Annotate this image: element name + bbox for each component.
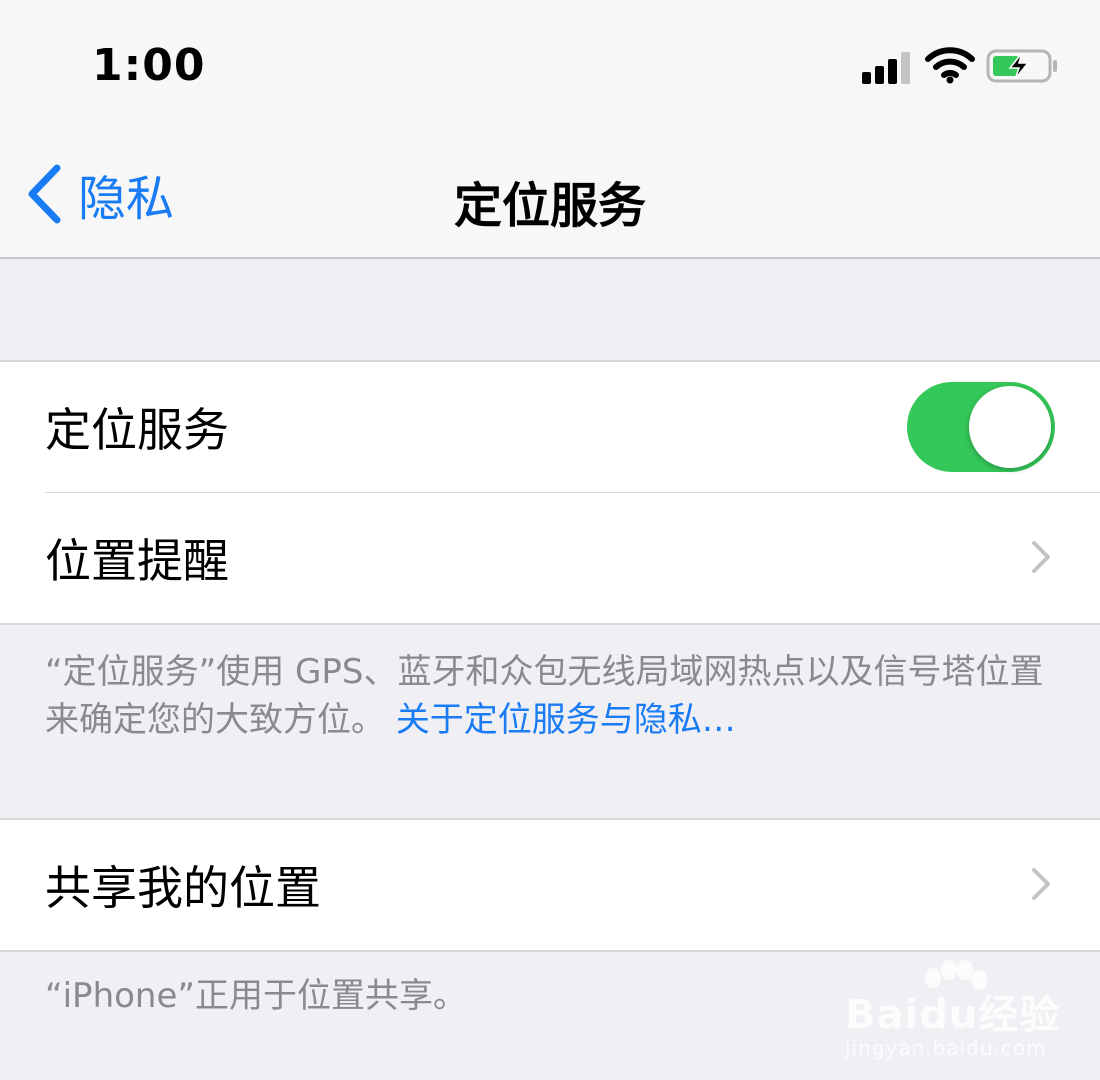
page-title: 定位服务 xyxy=(453,178,646,234)
settings-group-location: 定位服务 位置提醒 xyxy=(0,360,1100,625)
battery-charging-icon xyxy=(986,49,1057,83)
wifi-icon xyxy=(925,47,975,84)
location-services-toggle[interactable] xyxy=(907,382,1055,472)
location-services-label: 定位服务 xyxy=(45,403,229,457)
navigation-bar: 隐私 定位服务 xyxy=(0,130,1100,259)
cellular-signal-icon xyxy=(862,52,910,84)
status-time: 1:00 xyxy=(92,40,206,91)
location-alerts-label: 位置提醒 xyxy=(45,534,229,588)
settings-group-sharing: 共享我的位置 xyxy=(0,818,1100,952)
watermark-url: jingyan.baidu.com xyxy=(845,1036,1047,1060)
status-bar: 1:00 xyxy=(0,0,1100,130)
location-services-footer: “定位服务”使用 GPS、蓝牙和众包无线局域网热点以及信号塔位置来确定您的大致方… xyxy=(45,648,1055,744)
toggle-knob xyxy=(969,386,1051,468)
sharing-footer-text: “iPhone”正用于位置共享。 xyxy=(45,976,467,1016)
share-my-location-label: 共享我的位置 xyxy=(45,861,321,915)
watermark-brand: Baidu经验 xyxy=(845,992,1061,1038)
share-my-location-row[interactable]: 共享我的位置 xyxy=(0,820,1100,950)
chevron-right-icon xyxy=(1032,868,1050,900)
location-services-row: 定位服务 xyxy=(0,362,1100,492)
chevron-right-icon xyxy=(1032,541,1050,573)
baidu-watermark: Baidu经验 jingyan.baidu.com xyxy=(845,960,1085,1060)
privacy-link[interactable]: 关于定位服务与隐私… xyxy=(396,700,736,740)
location-alerts-row[interactable]: 位置提醒 xyxy=(0,493,1100,623)
